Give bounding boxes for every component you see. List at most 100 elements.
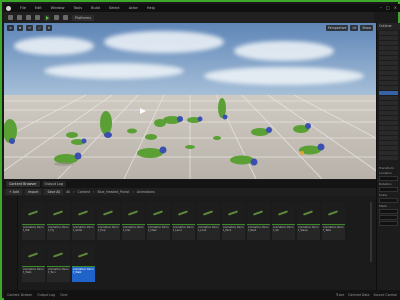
content-scrollbar[interactable] [370,202,372,262]
asset-tile[interactable]: Animation Parrot_Sleep [297,202,320,240]
mesh-field[interactable] [379,209,398,214]
parrot[interactable] [100,111,112,138]
lit-button[interactable]: Lit [350,25,359,31]
outliner-row[interactable] [379,146,398,150]
menu-select[interactable]: Select [109,6,120,10]
outliner-row[interactable] [379,151,398,155]
outliner-row[interactable] [379,141,398,145]
engine-logo-icon[interactable] [6,5,11,11]
blueprint-icon[interactable] [35,15,40,20]
outliner-row[interactable] [379,131,398,135]
transform-icon[interactable]: ✥ [16,25,24,31]
parrot[interactable] [299,143,325,156]
menu-edit[interactable]: Edit [35,6,42,10]
outliner-row[interactable] [379,31,398,35]
asset-tile[interactable]: Animation Parrot_Land [172,202,195,240]
platform-icon[interactable] [63,15,68,20]
outliner-row[interactable] [379,156,398,160]
asset-tile[interactable]: Animation Parrot_Glide [72,202,95,240]
outliner-row[interactable] [379,116,398,120]
rotate-icon[interactable]: ⟳ [26,25,34,31]
viewport-menu-icon[interactable]: ≡ [7,25,14,31]
menu-file[interactable]: File [20,6,26,10]
parrot[interactable] [54,152,82,167]
outliner-row[interactable] [379,46,398,50]
outliner-row[interactable] [379,96,398,100]
menu-build[interactable]: Build [91,6,100,10]
close-icon[interactable]: × [394,5,397,10]
outliner-row[interactable] [379,66,398,70]
parrot[interactable] [127,128,137,134]
content-drawer-button[interactable]: Content Drawer [7,293,32,297]
parrot[interactable] [187,116,203,124]
parrot[interactable] [213,136,221,140]
parrot[interactable] [71,138,87,146]
property-field[interactable] [379,215,398,220]
play-options-icon[interactable] [54,15,59,20]
location-field[interactable] [379,176,398,181]
derived-data-button[interactable]: Derived Data [348,293,369,297]
menu-window[interactable]: Window [51,6,65,10]
property-field[interactable] [379,221,398,226]
outliner-row[interactable] [379,106,398,110]
outliner-row[interactable] [379,76,398,80]
tab-content-browser[interactable]: Content Browser [6,181,40,187]
outliner-row[interactable] [379,136,398,140]
parrot[interactable] [145,134,157,140]
perspective-button[interactable]: Perspective [326,25,349,31]
outliner-row[interactable] [379,61,398,65]
tab-output-log[interactable]: Output Log [41,181,66,187]
maximize-icon[interactable]: □ [386,5,390,10]
minimize-icon[interactable]: – [380,5,382,10]
outliner-tab[interactable]: Outliner [377,23,400,30]
breadcrumb-content[interactable]: Content [77,190,90,194]
rotation-field[interactable] [379,187,398,192]
folder-tree[interactable] [4,196,18,290]
scale-field[interactable] [379,198,398,203]
outliner-row[interactable] [379,121,398,125]
breadcrumb-all[interactable]: All [66,190,70,194]
asset-tile[interactable]: Animation Parrot_Peck [222,202,245,240]
asset-tile[interactable]: Animation Parrot_Eat [22,202,45,240]
outliner-row[interactable] [379,71,398,75]
cmd-input[interactable]: Cmd [60,293,67,297]
show-button[interactable]: Show [360,25,373,31]
outliner-row[interactable] [379,56,398,60]
parrot[interactable] [137,146,167,159]
output-log-button[interactable]: Output Log [37,293,55,297]
asset-tile[interactable]: Animation Parrot_Turn [47,244,70,282]
asset-tile[interactable]: Animation Parrot_Sit [272,202,295,240]
asset-tile[interactable]: Animation Parrot_Look [197,202,220,240]
parrot[interactable] [251,127,272,136]
breadcrumb-animations[interactable]: Animations [137,190,155,194]
outliner-row[interactable] [379,51,398,55]
breadcrumb-parrot[interactable]: Blue_Headed_Parrot [97,190,129,194]
save-icon[interactable] [8,15,13,20]
outliner-row[interactable] [379,101,398,105]
outliner-row[interactable] [379,36,398,40]
platforms-button[interactable]: Platforms [72,14,95,21]
parrot[interactable] [163,116,183,124]
save-all-button[interactable]: Save All [44,189,64,195]
asset-tile[interactable]: Animation Parrot_Idle2 [147,202,170,240]
trace-button[interactable]: Trace [336,293,344,297]
outliner-row[interactable] [379,41,398,45]
outliner-row[interactable] [379,111,398,115]
parrot[interactable] [66,132,78,138]
menu-actor[interactable]: Actor [129,6,138,10]
asset-tile[interactable]: Animation Parrot_Hop [97,202,120,240]
asset-tile[interactable]: Animation Parrot_Walk [22,244,45,282]
parrot[interactable] [4,119,17,144]
outliner-row[interactable] [379,126,398,130]
asset-tile-selected[interactable]: Animation Parrot_Walk [72,244,95,282]
add-button[interactable]: + Add [6,189,22,195]
level-viewport[interactable]: ≡ ✥ ⟳ ⤢ # Perspective Lit Show [4,23,376,179]
parrot[interactable] [185,145,195,149]
asset-tile[interactable]: Animation Parrot_Take [322,202,345,240]
snap-icon[interactable]: # [45,25,53,31]
outliner-row-selected[interactable] [379,91,398,95]
menu-tools[interactable]: Tools [73,6,82,10]
parrot[interactable] [218,98,228,120]
asset-tile[interactable]: Animation Parrot_Idle [122,202,145,240]
play-button[interactable] [44,14,50,21]
